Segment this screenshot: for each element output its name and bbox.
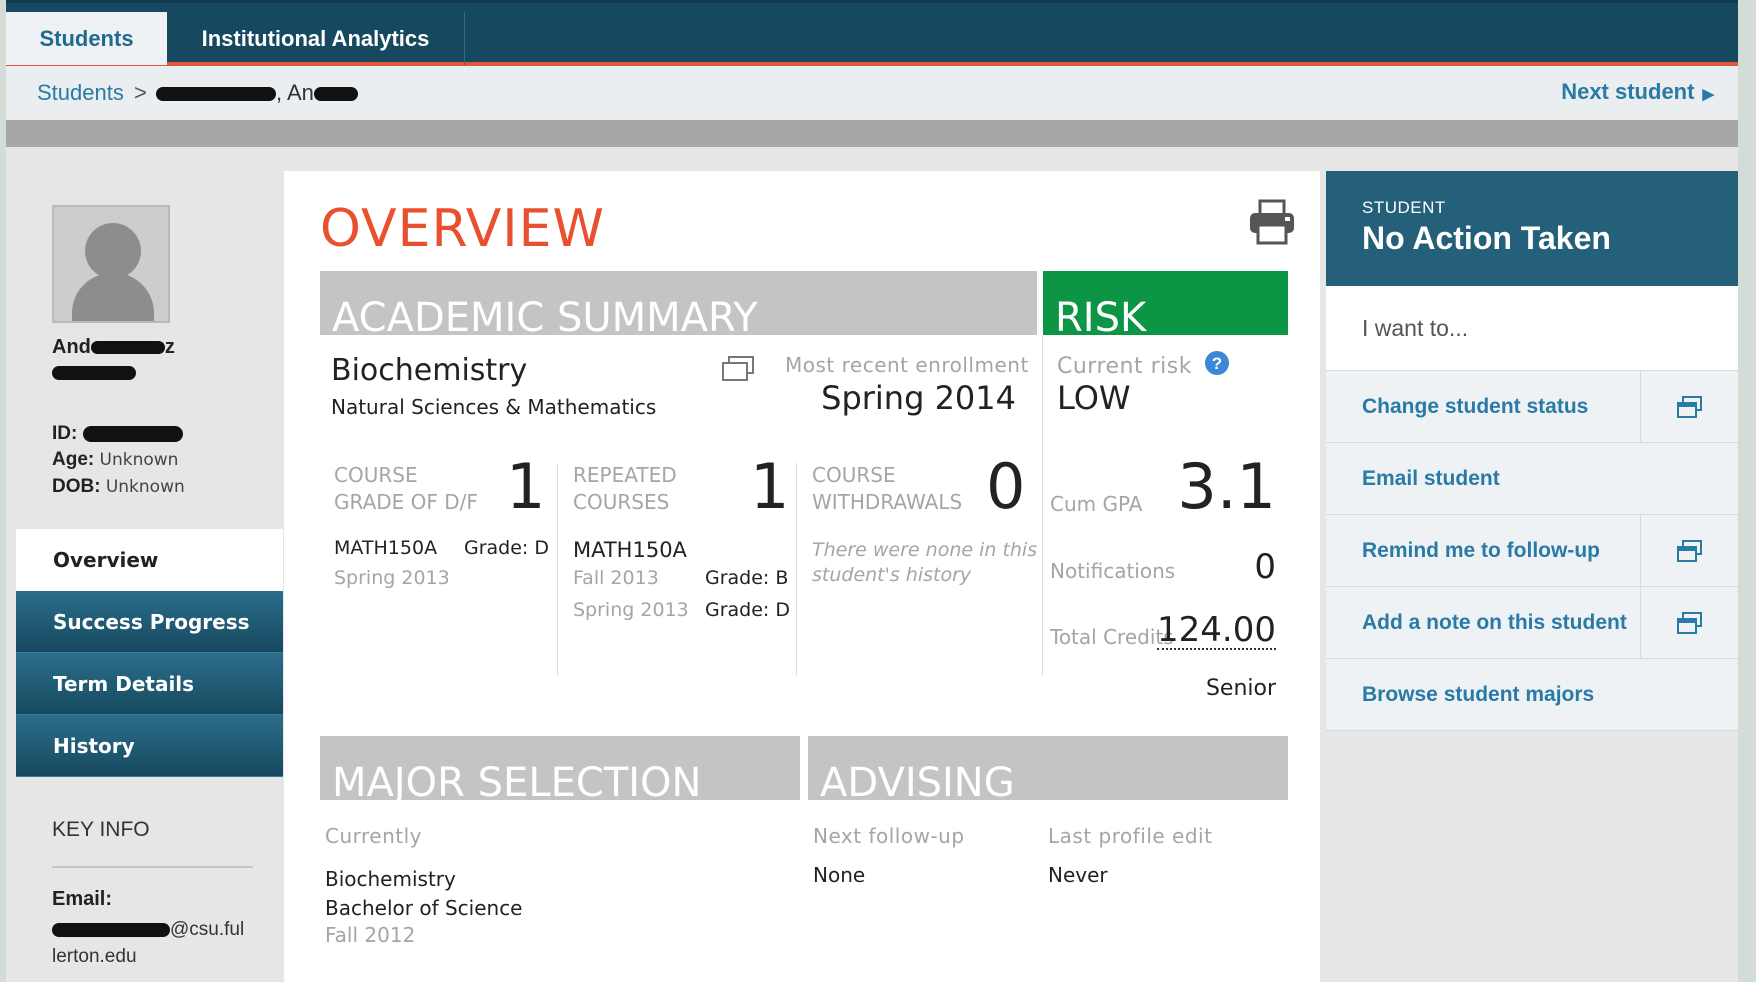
student-name: And z bbox=[52, 335, 175, 385]
browse-majors-action[interactable]: Browse student majors bbox=[1326, 659, 1738, 731]
side-nav: Overview Success Progress Term Details H… bbox=[16, 529, 283, 777]
repeated-term-2: Spring 2013 bbox=[573, 599, 689, 621]
current-major: Biochemistry Bachelor of Science bbox=[325, 867, 523, 920]
next-followup-label: Next follow-up bbox=[813, 824, 965, 848]
i-want-to-label: I want to... bbox=[1326, 286, 1738, 371]
email-student-action[interactable]: Email student bbox=[1326, 443, 1738, 515]
breadcrumb-separator: > bbox=[134, 80, 147, 105]
advising-header: ADVISING bbox=[808, 736, 1288, 800]
current-risk-label: Current risk bbox=[1057, 354, 1192, 379]
enrollment-label: Most recent enrollment bbox=[785, 353, 1029, 377]
email-value[interactable]: @csu.ful lerton.edu bbox=[52, 916, 262, 970]
repeated-grade-2: Grade: D bbox=[705, 599, 790, 621]
breadcrumb-student-name: , An bbox=[156, 80, 358, 106]
currently-label: Currently bbox=[325, 824, 423, 848]
redaction bbox=[52, 365, 136, 380]
notifications-label: Notifications bbox=[1050, 559, 1176, 583]
sidenav-overview[interactable]: Overview bbox=[16, 529, 283, 591]
repeated-grade-1: Grade: B bbox=[705, 567, 789, 589]
academic-summary-header: ACADEMIC SUMMARY bbox=[320, 271, 1037, 335]
avatar bbox=[52, 205, 170, 323]
popup-window-icon[interactable] bbox=[1640, 371, 1738, 442]
redaction bbox=[52, 922, 170, 937]
redaction bbox=[156, 87, 276, 102]
status-key: STUDENT bbox=[1362, 198, 1446, 217]
student-dob: DOB: Unknown bbox=[52, 476, 185, 497]
tab-institutional-analytics[interactable]: Institutional Analytics bbox=[167, 12, 465, 65]
print-icon[interactable] bbox=[1248, 199, 1296, 245]
student-id: ID: bbox=[52, 423, 183, 445]
sidenav-term-details[interactable]: Term Details bbox=[16, 653, 283, 715]
key-info-title: KEY INFO bbox=[52, 818, 150, 841]
repeated-course: MATH150A bbox=[573, 538, 687, 562]
page-title: OVERVIEW bbox=[320, 199, 605, 259]
total-credits-label: Total Credits bbox=[1050, 625, 1174, 649]
redaction bbox=[82, 425, 183, 442]
sidenav-success-progress[interactable]: Success Progress bbox=[16, 591, 283, 653]
help-icon[interactable]: ? bbox=[1204, 350, 1230, 376]
gpa-label: Cum GPA bbox=[1050, 492, 1143, 516]
status-value: No Action Taken bbox=[1362, 220, 1611, 256]
popup-window-icon[interactable] bbox=[1640, 587, 1738, 658]
column-divider bbox=[1042, 335, 1043, 675]
header-divider-bar bbox=[6, 120, 1738, 147]
class-level: Senior bbox=[1205, 676, 1276, 701]
breadcrumb: Students > , An Next student ▶ bbox=[6, 66, 1738, 120]
popup-window-icon[interactable] bbox=[1640, 515, 1738, 586]
major-name: Biochemistry bbox=[331, 353, 528, 388]
major-selection-header: MAJOR SELECTION bbox=[320, 736, 800, 800]
student-age: Age: Unknown bbox=[52, 449, 179, 470]
top-nav: Students Institutional Analytics bbox=[6, 0, 1738, 66]
enrollment-term: Spring 2014 bbox=[821, 379, 1016, 417]
risk-header: RISK bbox=[1043, 271, 1288, 335]
withdrawals-count: 0 bbox=[986, 450, 1026, 523]
df-count: 1 bbox=[506, 450, 546, 523]
breadcrumb-students-link[interactable]: Students bbox=[37, 80, 124, 106]
gpa-value: 3.1 bbox=[1177, 450, 1276, 523]
action-panel: STUDENT No Action Taken I want to... Cha… bbox=[1326, 171, 1738, 731]
df-label: COURSE GRADE OF D/F bbox=[334, 463, 478, 514]
df-grade: Grade: D bbox=[464, 537, 549, 559]
redaction bbox=[313, 87, 358, 102]
next-followup-value: None bbox=[813, 863, 866, 887]
df-course: MATH150A bbox=[334, 537, 438, 559]
app-frame: Students Institutional Analytics Student… bbox=[6, 0, 1738, 982]
next-student-link[interactable]: Next student ▶ bbox=[1561, 79, 1714, 105]
caret-right-icon: ▶ bbox=[1702, 86, 1714, 103]
svg-text:?: ? bbox=[1212, 354, 1222, 373]
repeated-label: REPEATED COURSES bbox=[573, 463, 677, 514]
college-name: Natural Sciences & Mathematics bbox=[331, 395, 657, 419]
column-divider bbox=[796, 463, 797, 675]
column-divider bbox=[557, 463, 558, 675]
total-credits-value[interactable]: 124.00 bbox=[1157, 612, 1276, 650]
add-note-action[interactable]: Add a note on this student bbox=[1326, 587, 1738, 659]
repeated-term-1: Fall 2013 bbox=[573, 567, 659, 589]
current-risk-value: LOW bbox=[1057, 379, 1131, 417]
windows-icon[interactable] bbox=[721, 355, 755, 382]
notifications-count: 0 bbox=[1254, 547, 1276, 587]
last-edit-value: Never bbox=[1048, 863, 1108, 887]
withdrawals-label: COURSE WITHDRAWALS bbox=[812, 463, 963, 514]
df-term: Spring 2013 bbox=[334, 567, 450, 589]
remind-followup-action[interactable]: Remind me to follow-up bbox=[1326, 515, 1738, 587]
last-edit-label: Last profile edit bbox=[1048, 824, 1213, 848]
change-student-status-action[interactable]: Change student status bbox=[1326, 371, 1738, 443]
key-info-divider bbox=[52, 866, 253, 868]
sidenav-history[interactable]: History bbox=[16, 715, 283, 777]
student-status-header: STUDENT No Action Taken bbox=[1326, 171, 1738, 286]
redaction bbox=[90, 341, 165, 355]
email-label: Email: bbox=[52, 888, 113, 910]
major-term: Fall 2012 bbox=[325, 923, 416, 947]
overview-card: OVERVIEW ACADEMIC SUMMARY RISK Biochemis… bbox=[284, 171, 1320, 982]
withdrawals-note: There were none in this student's history bbox=[812, 539, 1038, 586]
tab-students[interactable]: Students bbox=[6, 12, 167, 65]
repeated-count: 1 bbox=[750, 450, 790, 523]
